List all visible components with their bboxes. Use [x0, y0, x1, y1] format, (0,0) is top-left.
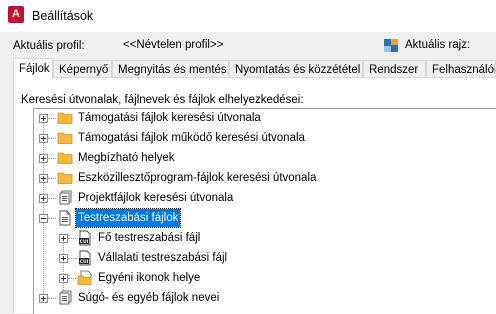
title-bar: A Beállítások — [0, 0, 496, 32]
tree-item[interactable]: Támogatási fájlok keresési útvonala — [34, 109, 494, 129]
cui-file-icon: CUI — [79, 250, 91, 266]
tree-item-label: Projektfájlok keresési útvonala — [78, 192, 234, 204]
profile-row: Aktuális profil: <<Névtelen profil>> Akt… — [0, 38, 496, 54]
expand-icon[interactable] — [59, 274, 68, 283]
window-title: Beállítások — [32, 9, 94, 23]
expand-icon[interactable] — [39, 154, 48, 163]
tree-connector — [48, 298, 56, 299]
svg-text:CUI: CUI — [80, 259, 89, 265]
svg-text:CUI: CUI — [80, 239, 89, 245]
expand-icon[interactable] — [39, 194, 48, 203]
folder-icon — [57, 132, 73, 144]
tree-item[interactable]: Megbízható helyek — [34, 149, 494, 169]
tab-display[interactable]: Képernyő — [53, 60, 112, 78]
tree-item-label: Fő testreszabási fájl — [98, 232, 201, 244]
expand-icon[interactable] — [39, 114, 48, 123]
folder-icon — [57, 152, 73, 164]
tab-user-preferences[interactable]: Felhasználói beállít — [426, 60, 496, 78]
tree-connector — [48, 198, 56, 199]
tree-child-item[interactable]: CUI Vállalati testreszabási fájl — [34, 249, 494, 269]
search-paths-tree[interactable]: Támogatási fájlok keresési útvonala Támo… — [33, 108, 496, 314]
tree-item-label: Eszközillesztőprogram-fájlok keresési út… — [78, 172, 317, 184]
search-paths-caption: Keresési útvonalak, fájlnevek és fájlok … — [21, 94, 304, 106]
current-profile-label: Aktuális profil: — [13, 40, 85, 52]
tree-item[interactable]: Súgó- és egyéb fájlok nevei — [34, 289, 494, 309]
collapse-icon[interactable] — [39, 214, 48, 223]
tree-item-label: Testreszabási fájlok — [74, 208, 182, 228]
tree-connector — [48, 218, 56, 219]
tree-child-item[interactable]: CUI Fő testreszabási fájl — [34, 229, 494, 249]
tree-connector — [48, 178, 56, 179]
tree-item-label: Támogatási fájlok működő keresési útvona… — [78, 132, 305, 144]
tree-connector — [48, 138, 56, 139]
tree-connector — [48, 158, 56, 159]
tree-item-label: Vállalati testreszabási fájl — [98, 252, 228, 264]
tree-item-selected[interactable]: Testreszabási fájlok — [34, 208, 494, 229]
expand-icon[interactable] — [39, 134, 48, 143]
tree-connector — [68, 278, 76, 279]
folder-icon — [57, 112, 73, 124]
tab-plot-publish[interactable]: Nyomtatás és közzététel — [229, 60, 363, 78]
tree-child-item[interactable]: Egyéni ikonok helye — [34, 269, 494, 289]
expand-icon[interactable] — [39, 174, 48, 183]
tree-connector — [68, 238, 76, 239]
tab-system[interactable]: Rendszer — [363, 60, 426, 78]
expand-icon[interactable] — [59, 234, 68, 243]
tree-item[interactable]: Projektfájlok keresési útvonala — [34, 189, 494, 209]
expand-icon[interactable] — [59, 254, 68, 263]
expand-icon[interactable] — [39, 294, 48, 303]
drawing-icon — [384, 39, 398, 52]
options-tabs: Fájlok Képernyő Megnyitás és mentés Nyom… — [13, 58, 496, 79]
tree-connector — [68, 258, 76, 259]
tab-open-save[interactable]: Megnyitás és mentés — [112, 60, 229, 78]
document-icon — [59, 210, 71, 226]
tree-item-label: Megbízható helyek — [78, 152, 175, 164]
files-panel: Keresési útvonalak, fájlnevek és fájlok … — [13, 77, 496, 314]
current-drawing-label: Aktuális rajz: — [405, 39, 471, 51]
tree-item-label: Egyéni ikonok helye — [98, 272, 201, 284]
cui-file-icon: CUI — [79, 230, 91, 246]
tab-files[interactable]: Fájlok — [13, 58, 53, 79]
document-stack-icon — [59, 290, 72, 305]
tree-item[interactable]: Támogatási fájlok működő keresési útvona… — [34, 129, 494, 149]
current-profile-value: <<Névtelen profil>> — [123, 39, 224, 51]
tree-item-label: Súgó- és egyéb fájlok nevei — [78, 292, 220, 304]
tree-connector — [48, 118, 56, 119]
document-stack-icon — [59, 190, 72, 205]
folder-icon — [57, 172, 73, 184]
tree-item-label: Támogatási fájlok keresési útvonala — [78, 112, 261, 124]
tree-item[interactable]: Eszközillesztőprogram-fájlok keresési út… — [34, 169, 494, 189]
folder-icon — [77, 270, 92, 285]
autocad-app-icon: A — [8, 6, 24, 23]
